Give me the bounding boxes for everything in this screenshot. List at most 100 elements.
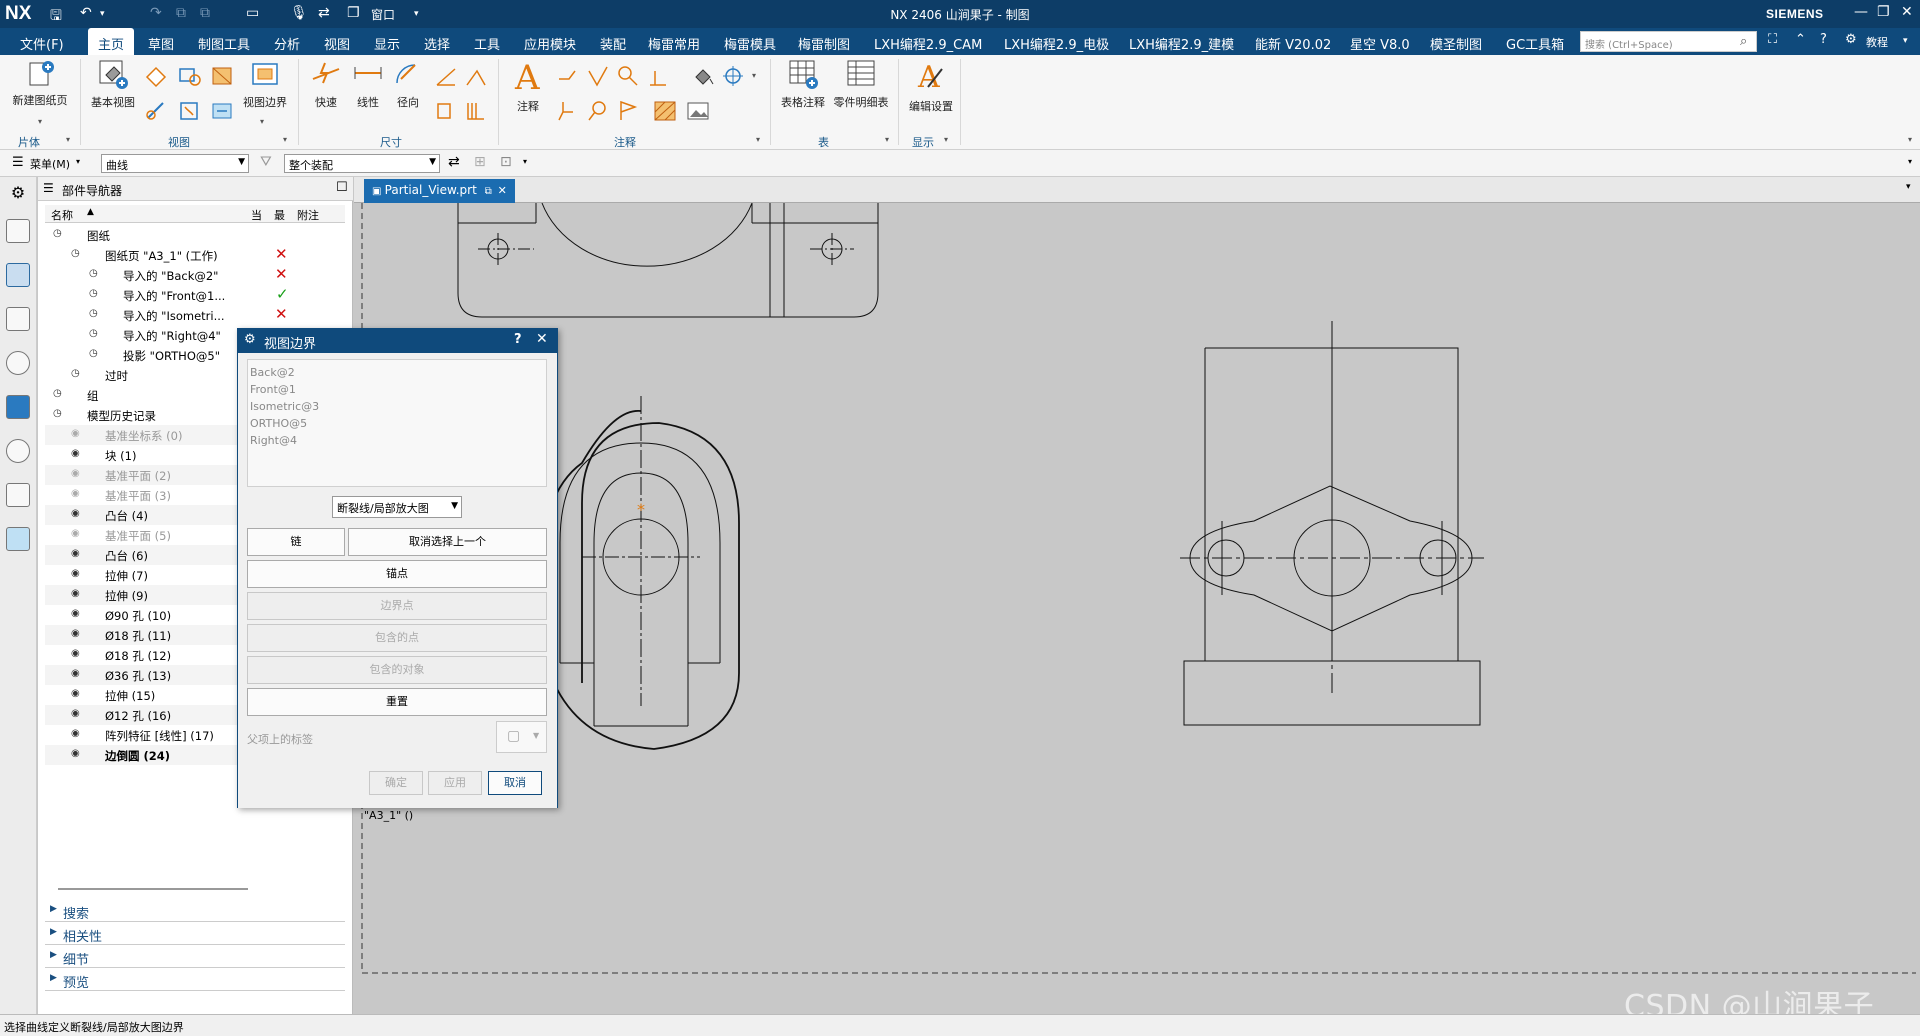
linear-dimension-button[interactable]: 线性 [348,57,388,110]
menu-view[interactable]: 视图 [324,34,350,53]
menu-nengxin[interactable]: 能新 V20.02 [1255,34,1331,53]
dialog-close-button[interactable]: ✕ [536,331,548,347]
menu-m-button[interactable]: 菜单(M) [30,156,70,172]
view-list-item[interactable]: Back@2 [250,364,544,381]
settings-gear-icon[interactable]: ⚙ [6,183,30,207]
part-navigator-icon[interactable] [6,263,30,287]
view-boundary-button[interactable]: 视图边界 [240,57,290,110]
section-dependencies[interactable]: ▶ 相关性 [45,923,345,945]
menu-analysis[interactable]: 分析 [274,34,300,53]
tab-partial-view[interactable]: ▣ Partial_View.prt ⧉ ✕ [364,179,515,203]
filter-reset-icon[interactable]: ⛛ [260,154,272,170]
tree-row[interactable]: ◷ 图纸页 "A3_1" (工作) ✕ [45,245,345,265]
ordinate-dimension-icon[interactable] [463,98,489,124]
eye-icon[interactable]: ◉ [71,648,80,659]
group-annotation-dropdown-icon[interactable]: ▾ [756,135,760,144]
column-latest[interactable]: 最 [274,207,285,223]
menu-lxh-modeling[interactable]: LXH编程2.9_建模 [1129,34,1234,53]
eye-icon[interactable]: ◉ [71,448,80,459]
tab-list-dropdown-icon[interactable]: ▾ [1906,182,1911,192]
radial-dimension-button[interactable]: 径向 [388,57,428,110]
eye-icon[interactable]: ◉ [71,708,80,719]
clock-icon[interactable]: ◷ [53,228,62,239]
menu-assembly[interactable]: 装配 [600,34,626,53]
column-note[interactable]: 附注 [297,207,319,223]
section-details[interactable]: ▶ 细节 [45,946,345,968]
base-view-button[interactable]: 基本视图 [88,57,138,110]
eye-icon[interactable]: ◉ [71,608,80,619]
eye-icon[interactable]: ◉ [71,728,80,739]
tree-row[interactable]: ◷ 导入的 "Back@2" ✕ [45,265,345,285]
section-view-icon[interactable] [209,63,235,89]
menu-gc-toolbox[interactable]: GC工具箱 [1506,34,1564,53]
collapse-ribbon-icon[interactable]: ⌃ [1795,32,1806,47]
angular-dimension-icon[interactable] [433,63,459,89]
menu-sketch[interactable]: 草图 [148,34,174,53]
reuse-library-icon[interactable] [6,307,30,331]
menu-meilei-mold[interactable]: 梅雷模具 [724,34,776,53]
restore-button[interactable]: ❐ [1877,4,1890,20]
note-button[interactable]: A 注释 [508,57,548,114]
system-materials-icon[interactable] [6,483,30,507]
hatch-icon[interactable] [652,98,678,124]
view-boundary-dropdown-icon[interactable]: ▾ [260,117,264,126]
navigator-menu-icon[interactable]: ☰ [43,181,54,195]
cancel-button[interactable]: 取消 [488,771,542,795]
quick-dimension-button[interactable]: 快速 [306,57,346,110]
surface-finish-icon[interactable] [585,63,611,89]
web-browser-icon[interactable] [6,395,30,419]
history-clock-icon[interactable] [6,439,30,463]
view-list-item[interactable]: Isometric@3 [250,398,544,415]
clock-icon[interactable]: ◷ [89,268,98,279]
eye-icon[interactable]: ◉ [71,628,80,639]
horizontal-scrollbar[interactable] [58,888,248,890]
eye-icon[interactable]: ◉ [71,508,80,519]
table-note-button[interactable]: 表格注释 [778,57,828,110]
group-table-dropdown-icon[interactable]: ▾ [885,135,889,144]
menu-select[interactable]: 选择 [424,34,450,53]
boundary-type-select[interactable]: 断裂线/局部放大图 ▼ [332,496,462,518]
projected-view-icon[interactable] [143,63,169,89]
drawing-template-icon[interactable] [6,527,30,551]
clock-icon[interactable]: ◷ [89,328,98,339]
snap-point-icon[interactable]: ⇄ [448,154,460,170]
clock-icon[interactable]: ◷ [89,348,98,359]
view-list-item[interactable]: Front@1 [250,381,544,398]
eye-icon[interactable]: ◉ [71,668,80,679]
column-name[interactable]: 名称 [51,207,73,223]
dialog-help-button[interactable]: ? [514,332,522,347]
close-window-button[interactable]: ✕ [1901,4,1913,20]
menu-meilei-drawing[interactable]: 梅雷制图 [798,34,850,53]
view-list-item[interactable]: ORTHO@5 [250,415,544,432]
view-list[interactable]: Back@2 Front@1 Isometric@3 ORTHO@5 Right… [247,359,547,487]
new-sheet-dropdown-icon[interactable]: ▾ [38,117,42,126]
broken-out-section-icon[interactable] [176,98,202,124]
tab-float-icon[interactable]: ⧉ [485,186,492,197]
eye-icon[interactable]: ◉ [71,428,80,439]
clock-icon[interactable]: ◷ [71,368,80,379]
parts-list-button[interactable]: 零件明细表 [830,57,892,110]
update-view-icon[interactable] [209,98,235,124]
eye-icon[interactable]: ◉ [71,568,80,579]
menu-mosheng[interactable]: 模圣制图 [1430,34,1482,53]
annotation-more-dropdown-icon[interactable]: ▾ [752,71,756,80]
command-search-input[interactable]: 搜索 (Ctrl+Space) [1580,31,1757,52]
datum-target-icon[interactable] [555,98,581,124]
menu-m-dropdown-icon[interactable]: ▾ [76,157,80,166]
clock-icon[interactable]: ◷ [53,388,62,399]
menubar-more-icon[interactable]: ▾ [1903,36,1908,46]
help-icon[interactable]: ? [1820,32,1827,47]
tree-row[interactable]: ◷ 导入的 "Isometri... ✕ [45,305,345,325]
chain-button[interactable]: 链 [247,528,345,556]
eye-icon[interactable]: ◉ [71,528,80,539]
group-view-dropdown-icon[interactable]: ▾ [283,135,287,144]
eye-icon[interactable]: ◉ [71,468,80,479]
image-icon[interactable] [685,98,711,124]
view-list-item[interactable]: Right@4 [250,432,544,449]
edit-settings-button[interactable]: A 编辑设置 [906,57,956,114]
section-preview[interactable]: ▶ 预览 [45,969,345,991]
clock-icon[interactable]: ◷ [89,288,98,299]
reset-button[interactable]: 重置 [247,688,547,716]
menu-drafting-tools[interactable]: 制图工具 [198,34,250,53]
deselect-last-button[interactable]: 取消选择上一个 [348,528,547,556]
